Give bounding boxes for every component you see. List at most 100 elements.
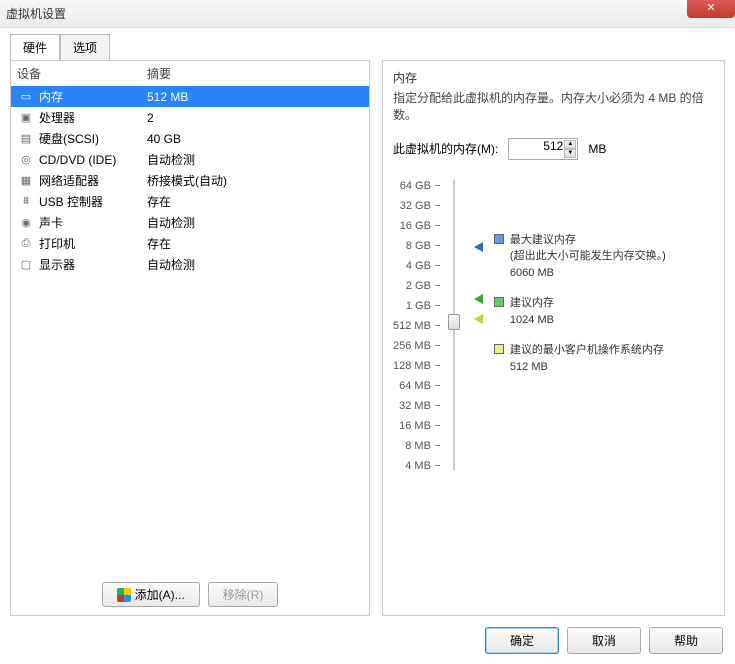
slider-thumb[interactable] [448,314,460,330]
memory-label: 此虚拟机的内存(M): [393,140,498,157]
tick-label: 64 GB [400,176,440,196]
device-icon: ▤ [17,131,35,147]
device-name: CD/DVD (IDE) [39,153,147,167]
device-name: 处理器 [39,109,147,126]
close-button[interactable]: ✕ [687,0,735,18]
device-icon: ▣ [17,110,35,126]
device-summary: 2 [147,111,154,125]
device-icon: ⎙ [17,236,35,252]
legend-min-title: 建议的最小客户机操作系统内存 [510,342,664,359]
titlebar: 虚拟机设置 ✕ [0,0,735,28]
memory-description: 指定分配给此虚拟机的内存量。内存大小必须为 4 MB 的倍数。 [393,90,714,124]
add-button[interactable]: 添加(A)... [102,582,200,607]
ok-button[interactable]: 确定 [485,627,559,654]
device-summary: 桥接模式(自动) [147,172,227,189]
dialog-footer: 确定 取消 帮助 [485,627,723,654]
hardware-row[interactable]: ⩩USB 控制器存在 [11,191,369,212]
window-title: 虚拟机设置 [6,5,66,22]
legend-min-swatch-icon [494,344,504,354]
legend-min-value: 512 MB [510,359,664,376]
hardware-panel: 设备 摘要 ▭内存512 MB▣处理器2▤硬盘(SCSI)40 GB◎CD/DV… [10,60,370,616]
device-summary: 自动检测 [147,151,195,168]
header-summary: 摘要 [147,65,171,82]
help-button[interactable]: 帮助 [649,627,723,654]
hardware-row[interactable]: ◎ CD/DVD (IDE)自动检测 [11,149,369,170]
tick-label: 8 GB [406,236,440,256]
legend-recommended-value: 1024 MB [510,312,554,329]
device-icon: ▭ [17,89,35,105]
tick-label: 32 GB [400,196,440,216]
hardware-row[interactable]: ◉声卡自动检测 [11,212,369,233]
hardware-row[interactable]: ▣处理器2 [11,107,369,128]
legend-max-value: 6060 MB [510,265,666,282]
tick-label: 4 GB [406,256,440,276]
legend-recommended: 建议内存 1024 MB [494,295,714,328]
tick-label: 4 MB [405,456,440,476]
close-icon: ✕ [706,1,715,14]
cancel-button[interactable]: 取消 [567,627,641,654]
tick-label: 64 MB [399,376,440,396]
memory-input[interactable]: 512 ▲▼ [508,138,578,160]
memory-slider[interactable] [446,176,462,476]
hardware-row[interactable]: ▤硬盘(SCSI)40 GB [11,128,369,149]
hardware-row[interactable]: ▦网络适配器桥接模式(自动) [11,170,369,191]
spinner-up-icon[interactable]: ▲ [564,140,576,149]
hardware-row[interactable]: ▢显示器自动检测 [11,254,369,275]
hardware-row[interactable]: ⎙打印机存在 [11,233,369,254]
legend-min: 建议的最小客户机操作系统内存 512 MB [494,342,714,375]
tab-options[interactable]: 选项 [60,34,110,60]
device-summary: 512 MB [147,90,188,104]
device-summary: 自动检测 [147,256,195,273]
device-summary: 存在 [147,235,171,252]
scale-ticks: 64 GB32 GB16 GB8 GB4 GB2 GB1 GB512 MB256… [393,176,440,476]
device-icon: ⩩ [17,194,35,210]
shield-icon [117,588,131,602]
tick-label: 32 MB [399,396,440,416]
device-icon: ▢ [17,257,35,273]
tick-label: 1 GB [406,296,440,316]
legend-recommended-swatch-icon [494,297,504,307]
memory-spinner[interactable]: ▲▼ [564,140,576,158]
legend-max-note: (超出此大小可能发生内存交换。) [510,248,666,265]
memory-panel: 内存 指定分配给此虚拟机的内存量。内存大小必须为 4 MB 的倍数。 此虚拟机的… [382,60,725,616]
memory-scale: 64 GB32 GB16 GB8 GB4 GB2 GB1 GB512 MB256… [393,176,714,476]
header-device: 设备 [17,65,147,82]
device-name: 网络适配器 [39,172,147,189]
device-icon: ◎ [17,152,35,168]
device-name: USB 控制器 [39,193,147,210]
device-icon: ◉ [17,215,35,231]
marker-max-icon [474,242,483,252]
device-icon: ▦ [17,173,35,189]
device-name: 声卡 [39,214,147,231]
marker-recommended-icon [474,294,483,304]
memory-section-title: 内存 [393,69,714,86]
hardware-row[interactable]: ▭内存512 MB [11,86,369,107]
tab-hardware[interactable]: 硬件 [10,34,60,60]
memory-legend: 最大建议内存 (超出此大小可能发生内存交换。) 6060 MB 建议内存 102… [494,176,714,476]
tick-label: 256 MB [393,336,440,356]
marker-min-icon [474,314,483,324]
hardware-list-header: 设备 摘要 [11,61,369,86]
tick-label: 128 MB [393,356,440,376]
content: 设备 摘要 ▭内存512 MB▣处理器2▤硬盘(SCSI)40 GB◎CD/DV… [0,60,735,626]
spinner-down-icon[interactable]: ▼ [564,149,576,158]
device-name: 打印机 [39,235,147,252]
tick-label: 16 MB [399,416,440,436]
memory-unit: MB [588,142,606,156]
tick-label: 512 MB [393,316,440,336]
hardware-buttons: 添加(A)... 移除(R) [11,574,369,615]
legend-recommended-title: 建议内存 [510,295,554,312]
device-name: 硬盘(SCSI) [39,130,147,147]
tick-label: 8 MB [405,436,440,456]
device-summary: 存在 [147,193,171,210]
device-summary: 40 GB [147,132,181,146]
hardware-list: ▭内存512 MB▣处理器2▤硬盘(SCSI)40 GB◎CD/DVD (IDE… [11,86,369,574]
remove-button[interactable]: 移除(R) [208,582,279,607]
device-name: 显示器 [39,256,147,273]
legend-max: 最大建议内存 (超出此大小可能发生内存交换。) 6060 MB [494,232,714,282]
tabs: 硬件 选项 [10,34,735,60]
tick-label: 2 GB [406,276,440,296]
scale-markers [474,176,494,476]
memory-input-row: 此虚拟机的内存(M): 512 ▲▼ MB [393,138,714,160]
memory-value: 512 [543,139,563,153]
